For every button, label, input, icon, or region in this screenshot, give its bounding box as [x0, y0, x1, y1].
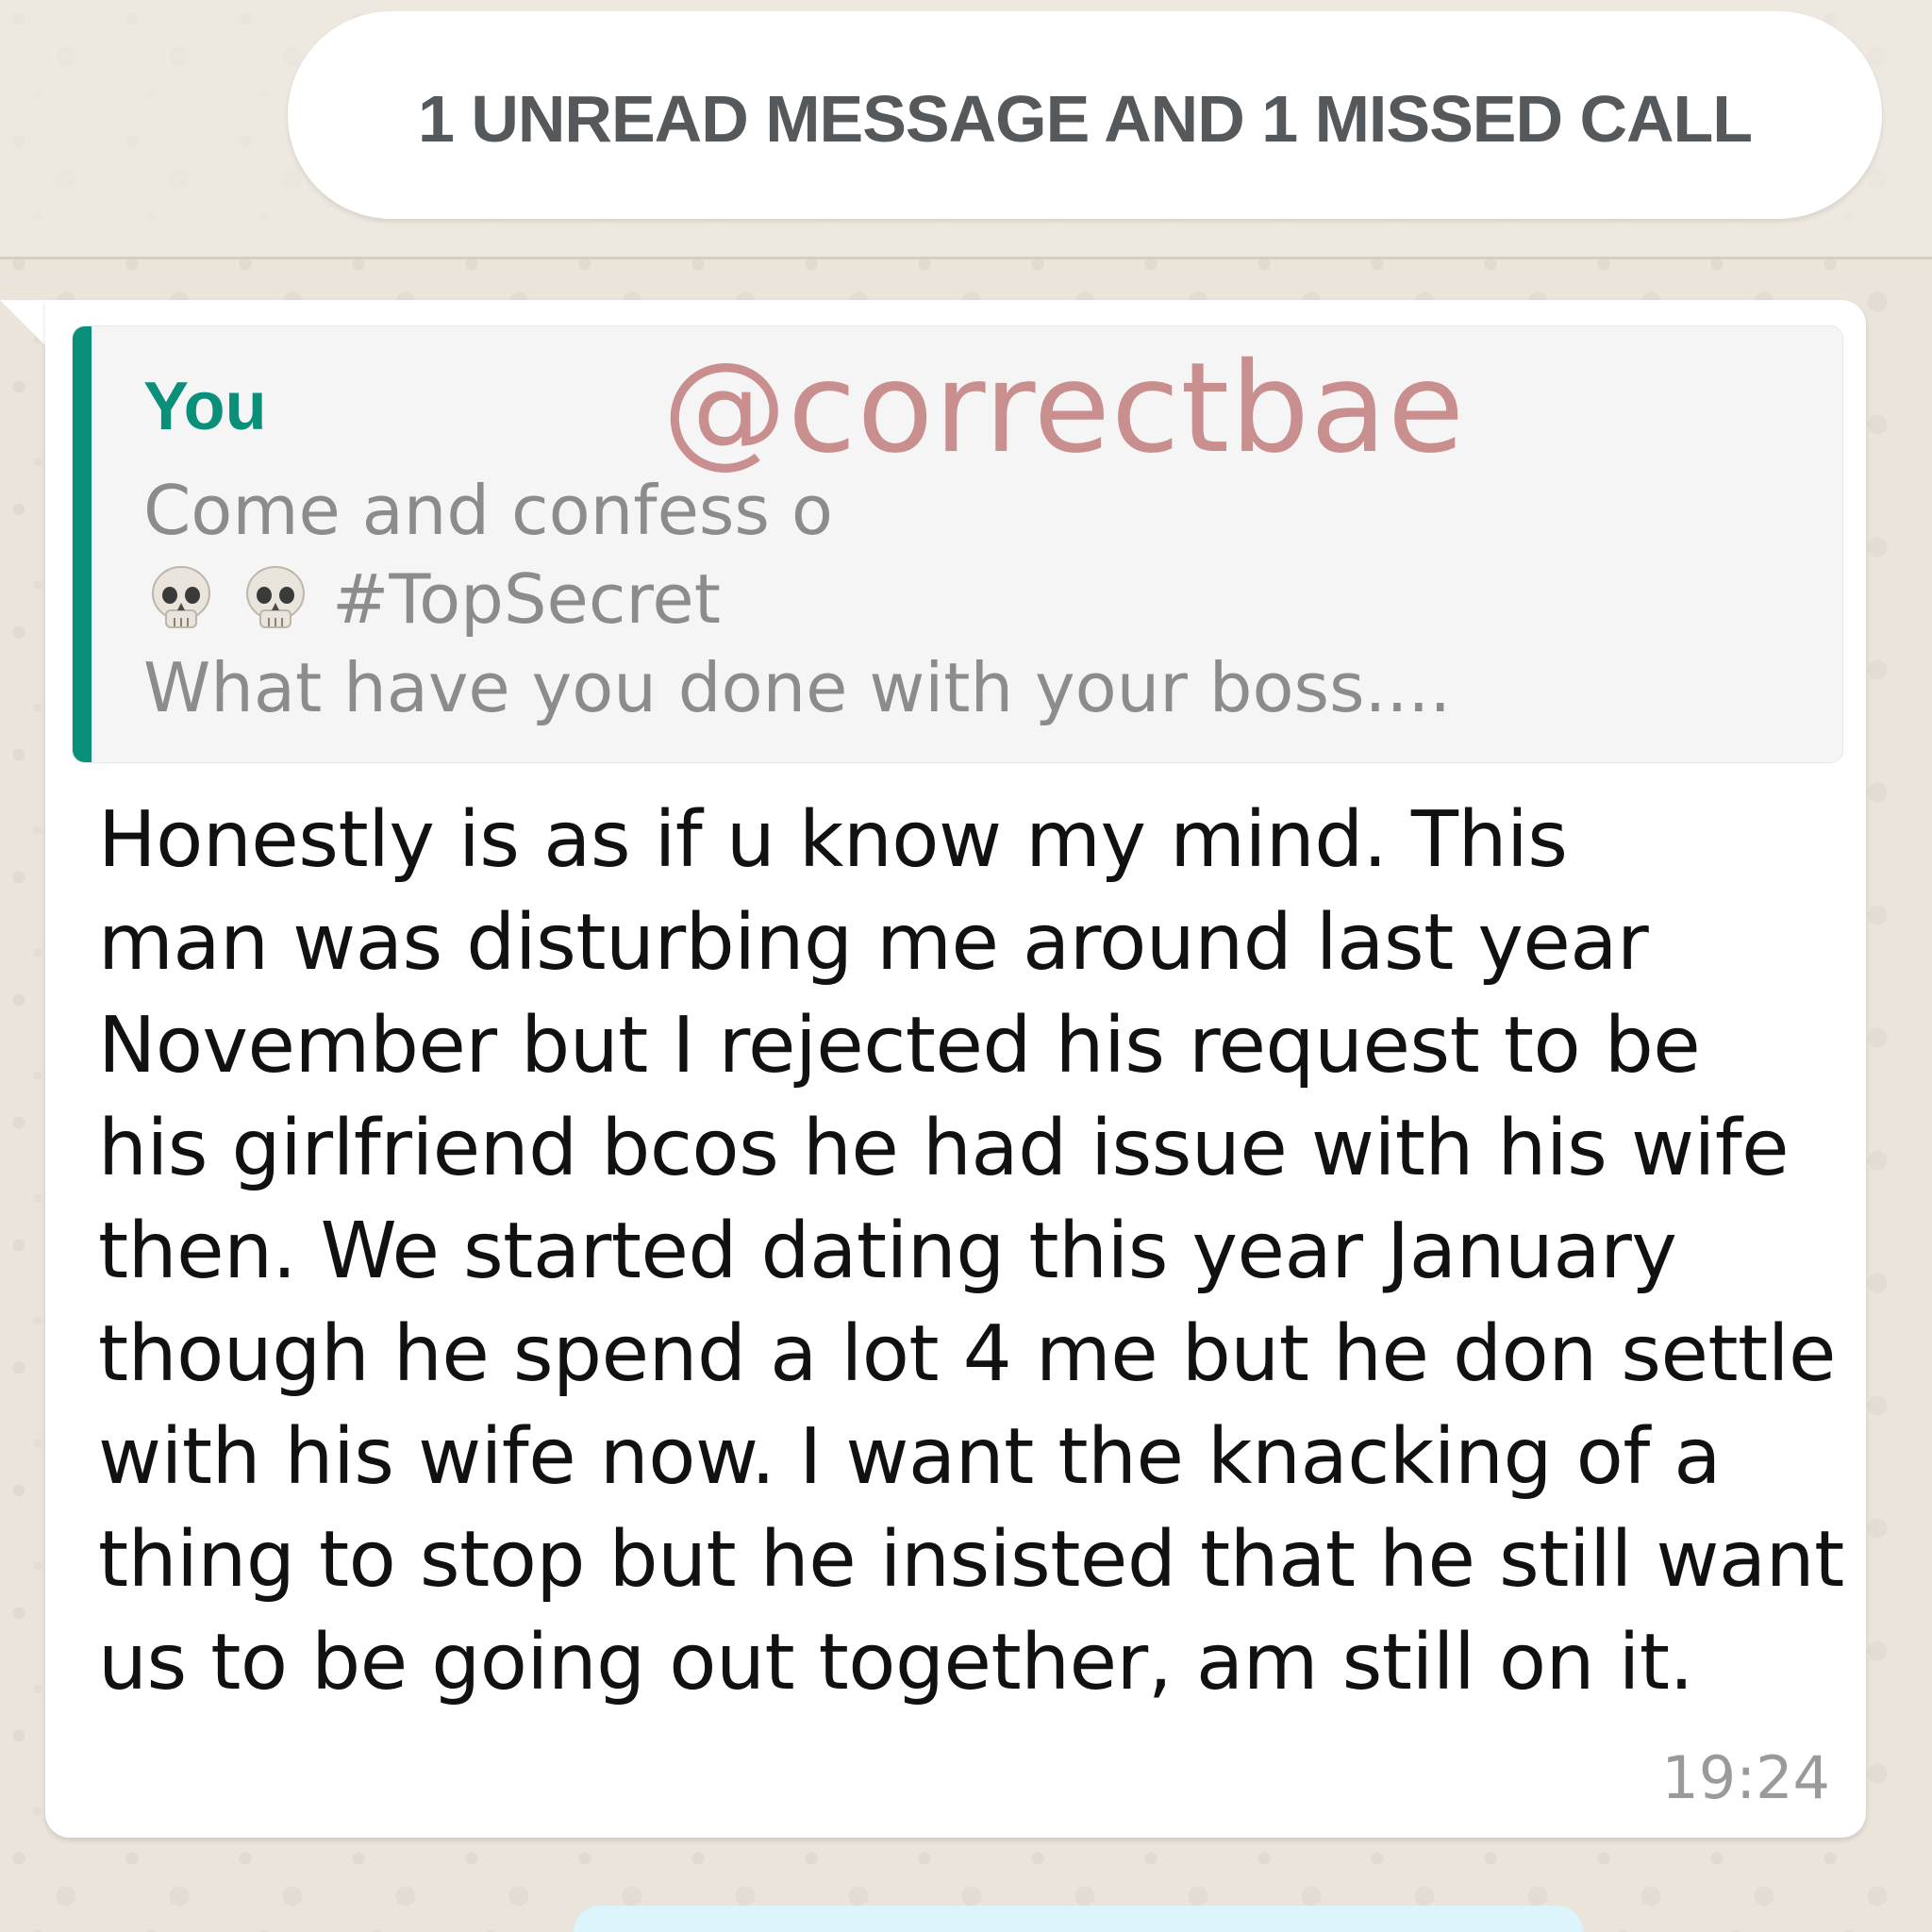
quote-text: Come and confess o #TopSecret What have …: [143, 466, 1451, 732]
quote-line-1: Come and confess o: [143, 471, 833, 550]
message-line: Honestly is as if u know my mind. This: [98, 795, 1568, 885]
message-timestamp: 19:24: [1661, 1743, 1830, 1812]
quote-accent-bar: [73, 326, 92, 762]
message-line: though he spend a lot 4 me but he don se…: [98, 1309, 1836, 1399]
message-text: Honestly is as if u know my mind. This m…: [98, 789, 1853, 1714]
quote-hashtag: #TopSecret: [332, 559, 721, 639]
watermark: @correctbae: [662, 336, 1466, 481]
unread-banner-text: 1 UNREAD MESSAGE AND 1 MISSED CALL: [417, 82, 1753, 156]
next-message-bubble[interactable]: [574, 1906, 1583, 1932]
message-line: with his wife now. I want the knacking o…: [98, 1412, 1722, 1502]
skull-icon: [238, 561, 313, 637]
message-line: then. We started dating this year Januar…: [98, 1207, 1677, 1296]
message-line: man was disturbing me around last year: [98, 898, 1649, 988]
message-line: us to be going out together, am still on…: [98, 1618, 1694, 1707]
message-line: thing to stop but he insisted that he st…: [98, 1515, 1844, 1605]
skull-icon: [143, 561, 219, 637]
quote-author: You: [143, 369, 267, 444]
message-line: his girlfriend bcos he had issue with hi…: [98, 1104, 1790, 1193]
quote-line-2: #TopSecret: [143, 555, 1451, 643]
quoted-reply[interactable]: You @correctbae Come and confess o #TopS…: [72, 325, 1843, 763]
message-line: November but I rejected his request to b…: [98, 1001, 1701, 1091]
unread-banner: 1 UNREAD MESSAGE AND 1 MISSED CALL: [288, 11, 1882, 219]
quote-line-3: What have you done with your boss....: [143, 648, 1452, 727]
bubble-tail: [0, 300, 47, 347]
